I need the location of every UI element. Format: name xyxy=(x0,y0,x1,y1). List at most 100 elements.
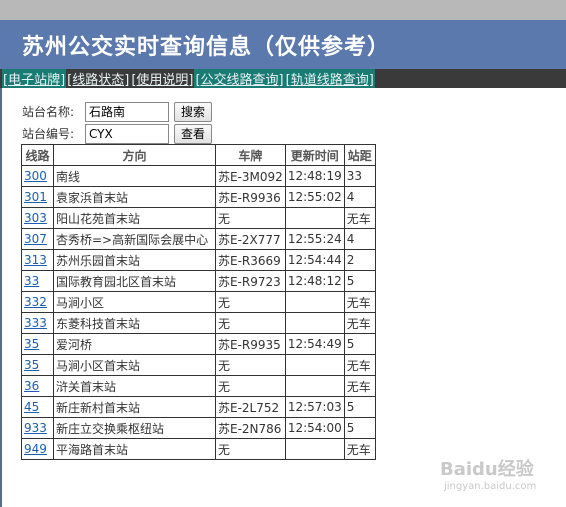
cell-update-time xyxy=(284,312,345,334)
left-border xyxy=(0,88,2,507)
station-name-label: 站台名称: xyxy=(22,105,75,119)
route-link[interactable]: 933 xyxy=(24,421,47,435)
cell-route: 33 xyxy=(21,270,54,292)
cell-distance: 4 xyxy=(343,186,376,208)
table-row: 933 新庄立交换乘枢纽站 苏E-2N786 12:54:00 5 xyxy=(21,417,376,439)
route-link[interactable]: 35 xyxy=(24,358,39,372)
cell-update-time: 12:54:44 xyxy=(284,249,345,271)
route-link[interactable]: 313 xyxy=(24,253,47,267)
cell-distance: 无车 xyxy=(343,375,376,397)
baidu-watermark: Baidu经验 jingyan.baidu.com xyxy=(440,455,560,497)
route-link[interactable]: 45 xyxy=(24,400,39,414)
cell-distance: 无车 xyxy=(343,354,376,376)
cell-plate: 无 xyxy=(215,312,286,334)
route-link[interactable]: 36 xyxy=(24,379,39,393)
cell-route: 949 xyxy=(21,438,54,460)
station-code-row: 站台编号: 查看 xyxy=(22,123,213,144)
table-row: 35 马涧小区首末站无 无车 xyxy=(21,354,376,376)
cell-update-time xyxy=(284,291,345,313)
route-link[interactable]: 35 xyxy=(24,337,39,351)
nav-link[interactable]: [电子站牌] xyxy=(2,69,67,88)
table-row: 45 新庄新村首末站 苏E-2L752 12:57:03 5 xyxy=(21,396,376,418)
cell-direction: 爱河桥 xyxy=(53,333,216,355)
table-row: 303 阳山花苑首末站无 无车 xyxy=(21,207,376,229)
station-code-label: 站台编号: xyxy=(22,127,75,141)
route-link[interactable]: 332 xyxy=(24,295,47,309)
view-button[interactable]: 查看 xyxy=(174,123,213,144)
cell-plate: 苏E-R9723 xyxy=(215,270,286,292)
watermark-url: jingyan.baidu.com xyxy=(444,481,537,492)
cell-distance: 5 xyxy=(343,270,376,292)
cell-plate: 无 xyxy=(215,354,286,376)
cell-direction: 袁家浜首末站 xyxy=(53,186,216,208)
cell-plate: 无 xyxy=(215,438,286,460)
cell-direction: 阳山花苑首末站 xyxy=(53,207,216,229)
cell-distance: 无车 xyxy=(343,291,376,313)
cell-plate: 苏E-3M092 xyxy=(215,165,286,187)
route-link[interactable]: 300 xyxy=(24,169,47,183)
cell-plate: 苏E-2N786 xyxy=(215,417,286,439)
cell-update-time: 12:48:12 xyxy=(284,270,345,292)
cell-direction: 马涧小区首末站 xyxy=(53,354,216,376)
cell-route: 35 xyxy=(21,354,54,376)
col-header-direction: 方向 xyxy=(53,144,216,166)
cell-update-time: 12:57:03 xyxy=(284,396,345,418)
cell-distance: 2 xyxy=(343,249,376,271)
cell-distance: 无车 xyxy=(343,438,376,460)
cell-update-time: 12:55:02 xyxy=(284,186,345,208)
cell-route: 307 xyxy=(21,228,54,250)
cell-route: 313 xyxy=(21,249,54,271)
table-row: 36 浒关首末站无 无车 xyxy=(21,375,376,397)
nav-link[interactable]: [使用说明] xyxy=(130,69,194,88)
cell-route: 332 xyxy=(21,291,54,313)
cell-direction: 南线 xyxy=(53,165,216,187)
cell-update-time: 12:54:49 xyxy=(284,333,345,355)
station-code-input[interactable] xyxy=(85,123,169,144)
page-header: 苏州公交实时查询信息（仅供参考） xyxy=(0,20,566,69)
cell-direction: 新庄新村首末站 xyxy=(53,396,216,418)
cell-distance: 4 xyxy=(343,228,376,250)
cell-distance: 33 xyxy=(343,165,376,187)
table-row: 35 爱河桥 苏E-R9935 12:54:49 5 xyxy=(21,333,376,355)
table-header-row: 线路 方向 车牌 更新时间 站距 xyxy=(21,144,376,166)
cell-route: 333 xyxy=(21,312,54,334)
cell-plate: 苏E-2L752 xyxy=(215,396,286,418)
cell-direction: 国际教育园北区首末站 xyxy=(53,270,216,292)
route-link[interactable]: 307 xyxy=(24,232,47,246)
col-header-update-time: 更新时间 xyxy=(284,144,345,166)
nav-link[interactable]: [公交线路查询] xyxy=(194,69,285,88)
station-name-row: 站台名称: 搜索 xyxy=(22,101,213,122)
cell-plate: 无 xyxy=(215,207,286,229)
route-link[interactable]: 303 xyxy=(24,211,47,225)
cell-direction: 苏州乐园首末站 xyxy=(53,249,216,271)
cell-plate: 无 xyxy=(215,291,286,313)
cell-distance: 无车 xyxy=(343,207,376,229)
cell-plate: 苏E-2X777 xyxy=(215,228,286,250)
bus-info-table: 线路 方向 车牌 更新时间 站距 300 南线 苏E-3M092 12:48:19 33… xyxy=(21,144,376,460)
cell-route: 933 xyxy=(21,417,54,439)
col-header-route: 线路 xyxy=(21,144,54,166)
table-row: 313 苏州乐园首末站 苏E-R3669 12:54:44 2 xyxy=(21,249,376,271)
route-link[interactable]: 33 xyxy=(24,274,39,288)
route-link[interactable]: 301 xyxy=(24,190,47,204)
station-name-input[interactable] xyxy=(85,101,169,122)
cell-distance: 5 xyxy=(343,333,376,355)
search-button[interactable]: 搜索 xyxy=(174,101,213,122)
table-row: 333 东菱科技首末站无 无车 xyxy=(21,312,376,334)
cell-update-time xyxy=(284,438,345,460)
table-body: 300 南线 苏E-3M092 12:48:19 33 301 袁家浜首末站 苏E-R9936… xyxy=(21,165,376,460)
route-link[interactable]: 949 xyxy=(24,442,47,456)
nav-links: [电子站牌] [线路状态] [使用说明] [公交线路查询] [轨道线路查询] xyxy=(2,69,375,88)
top-strip xyxy=(0,0,566,20)
table-row: 949 平海路首末站无 无车 xyxy=(21,438,376,460)
table-row: 307 杏秀桥=>高新国际会展中心 苏E-2X777 12:55:24 4 xyxy=(21,228,376,250)
nav-link[interactable]: [线路状态] xyxy=(66,69,130,88)
nav-link[interactable]: [轨道线路查询] xyxy=(284,69,375,88)
cell-plate: 无 xyxy=(215,375,286,397)
table-row: 301 袁家浜首末站 苏E-R9936 12:55:02 4 xyxy=(21,186,376,208)
cell-update-time xyxy=(284,207,345,229)
table-row: 300 南线 苏E-3M092 12:48:19 33 xyxy=(21,165,376,187)
cell-route: 36 xyxy=(21,375,54,397)
cell-distance: 5 xyxy=(343,417,376,439)
route-link[interactable]: 333 xyxy=(24,316,47,330)
